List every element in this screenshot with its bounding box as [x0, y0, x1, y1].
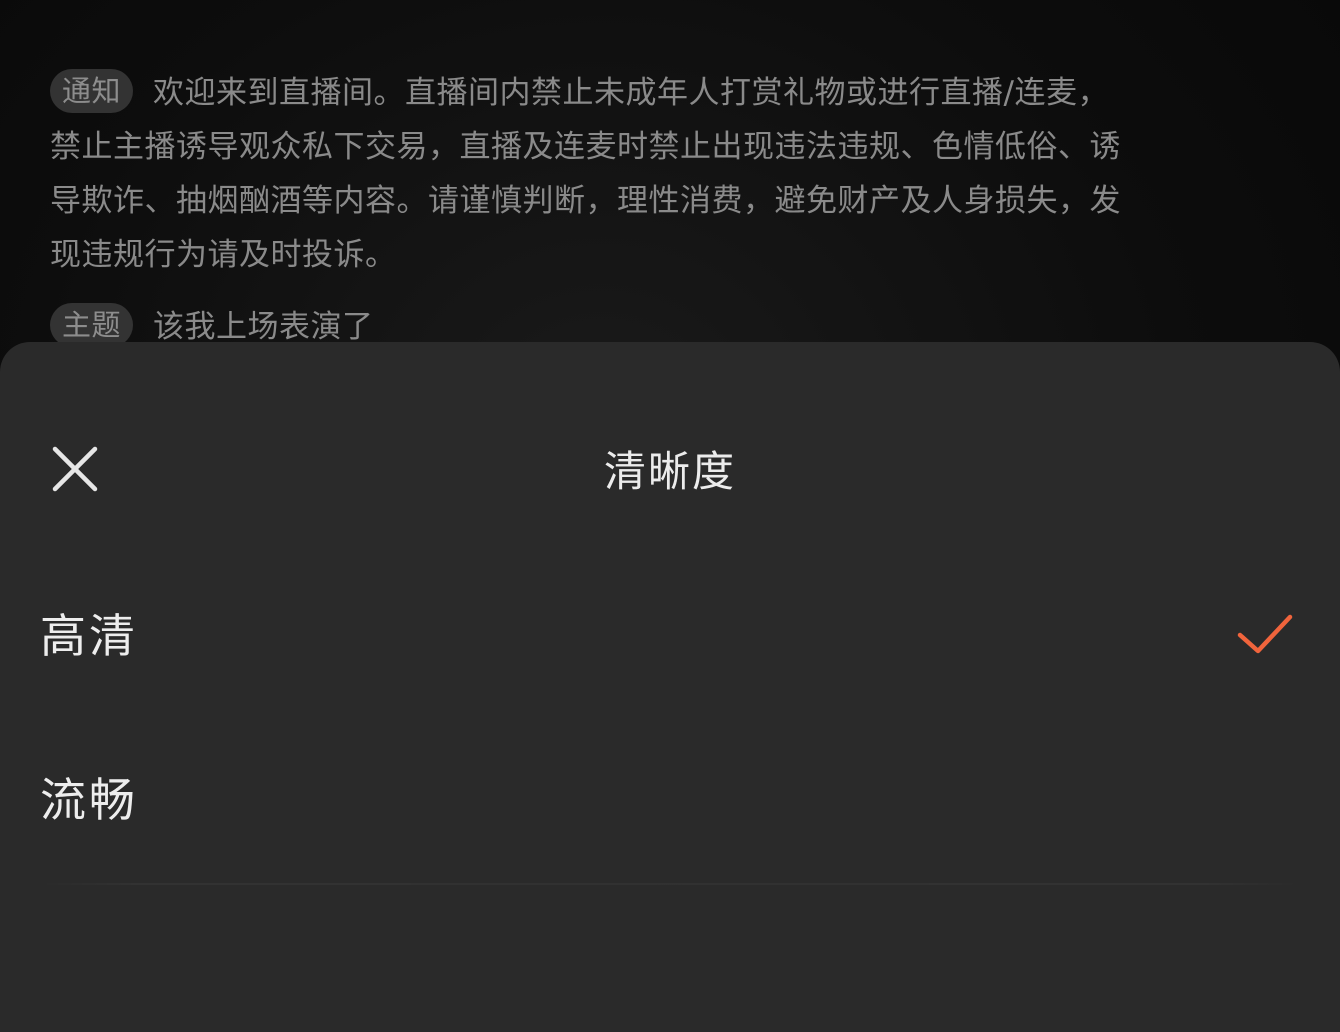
divider [40, 883, 1300, 885]
sheet-title: 清晰度 [603, 447, 736, 496]
chat-area: 通知 欢迎来到直播间。直播间内禁止未成年人打赏礼物或进行直播/连麦，禁止主播诱导观… [0, 0, 1340, 342]
checkmark-icon [1237, 614, 1293, 654]
live-room-screen: 通知 欢迎来到直播间。直播间内禁止未成年人打赏礼物或进行直播/连麦，禁止主播诱导观… [0, 0, 1340, 1032]
option-label: 高清 [40, 609, 138, 663]
notice-message: 通知 欢迎来到直播间。直播间内禁止未成年人打赏礼物或进行直播/连麦，禁止主播诱导观… [50, 66, 1140, 282]
topic-text: 该我上场表演了 [153, 309, 374, 342]
notice-tag: 通知 [50, 69, 134, 113]
option-smooth[interactable]: 流畅 [0, 719, 1340, 883]
option-label: 流畅 [40, 773, 138, 827]
option-hd[interactable]: 高清 [0, 555, 1340, 719]
topic-message: 主题 该我上场表演了 [50, 300, 1140, 342]
topic-tag: 主题 [50, 303, 134, 342]
resolution-sheet: 清晰度 高清 流畅 [0, 342, 1340, 1032]
notice-text: 欢迎来到直播间。直播间内禁止未成年人打赏礼物或进行直播/连麦，禁止主播诱导观众私… [50, 75, 1121, 273]
